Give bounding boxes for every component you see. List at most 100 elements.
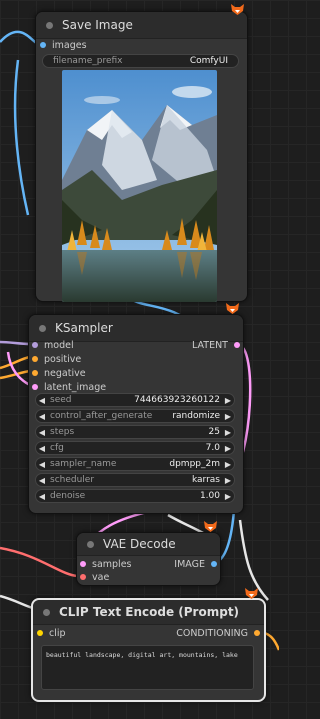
wire-negative — [0, 369, 31, 380]
output-pin-icon[interactable] — [211, 561, 217, 567]
slot-label: latent_image — [44, 381, 107, 393]
input-slot-model[interactable]: model — [32, 338, 74, 352]
collapse-dot-icon[interactable] — [39, 324, 46, 332]
wire-white-2 — [0, 594, 34, 610]
fox-badge-icon — [226, 303, 239, 314]
wire-positive — [0, 355, 31, 370]
node-title-bar[interactable]: CLIP Text Encode (Prompt) — [33, 600, 264, 625]
slot-label: IMAGE — [174, 558, 205, 570]
increment-arrow-icon[interactable]: ▶ — [222, 444, 234, 453]
widget-value: 1.00 — [199, 491, 220, 501]
increment-arrow-icon[interactable]: ▶ — [222, 476, 234, 485]
input-slot-negative[interactable]: negative — [32, 366, 86, 380]
output-pin-icon[interactable] — [254, 630, 260, 636]
sampler-name-widget[interactable]: ◀ sampler_name dpmpp_2m ▶ — [35, 457, 235, 471]
decrement-arrow-icon[interactable]: ◀ — [36, 412, 48, 421]
input-slot-samples[interactable]: samples — [80, 557, 132, 571]
decrement-arrow-icon[interactable]: ◀ — [36, 396, 48, 405]
widget-label: denoise — [50, 491, 86, 501]
slot-label: CONDITIONING — [176, 627, 248, 639]
slot-label: images — [52, 39, 87, 51]
increment-arrow-icon[interactable]: ▶ — [222, 460, 234, 469]
denoise-widget[interactable]: ◀ denoise 1.00 ▶ — [35, 489, 235, 503]
input-pin-icon[interactable] — [37, 630, 43, 636]
vae-decode-node[interactable]: VAE Decode samples IMAGE vae — [76, 532, 221, 586]
input-pin-icon[interactable] — [32, 356, 38, 362]
slot-label: negative — [44, 367, 86, 379]
slot-label: model — [44, 339, 74, 351]
output-slot-image[interactable]: IMAGE — [174, 557, 217, 571]
widget-label: control_after_generate — [50, 411, 153, 421]
node-canvas[interactable]: Save Image images filename_prefix ComfyU… — [0, 0, 279, 719]
input-pin-icon[interactable] — [80, 561, 86, 567]
decrement-arrow-icon[interactable]: ◀ — [36, 492, 48, 501]
node-title: Save Image — [62, 18, 133, 32]
output-pin-icon[interactable] — [234, 342, 240, 348]
slot-label: clip — [49, 627, 66, 639]
cfg-widget[interactable]: ◀ cfg 7.0 ▶ — [35, 441, 235, 455]
input-slot-clip[interactable]: clip — [37, 626, 66, 640]
widget-label: scheduler — [50, 475, 95, 485]
prompt-textarea[interactable]: beautiful landscape, digital art, mounta… — [41, 645, 254, 690]
widget-label: sampler_name — [50, 459, 117, 469]
widget-value: 7.0 — [205, 443, 220, 453]
input-slot-positive[interactable]: positive — [32, 352, 81, 366]
prompt-text: beautiful landscape, digital art, mounta… — [46, 651, 238, 659]
decrement-arrow-icon[interactable]: ◀ — [36, 428, 48, 437]
widget-label: seed — [50, 395, 72, 405]
widget-value: karras — [191, 475, 220, 485]
increment-arrow-icon[interactable]: ▶ — [222, 396, 234, 405]
wire-vae — [0, 546, 79, 578]
widget-value: randomize — [172, 411, 220, 421]
slot-label: positive — [44, 353, 82, 365]
widget-label: filename_prefix — [53, 56, 123, 66]
fox-badge-icon — [245, 588, 258, 599]
wire-latent-in — [6, 351, 31, 387]
control-after-generate-widget[interactable]: ◀ control_after_generate randomize ▶ — [35, 409, 235, 423]
decrement-arrow-icon[interactable]: ◀ — [36, 476, 48, 485]
save-image-node[interactable]: Save Image images filename_prefix ComfyU… — [35, 11, 248, 302]
landscape-image — [62, 70, 217, 302]
input-pin-icon[interactable] — [32, 370, 38, 376]
input-slot-vae[interactable]: vae — [80, 570, 109, 584]
collapse-dot-icon[interactable] — [46, 21, 53, 29]
slot-label: vae — [92, 571, 110, 583]
node-title-bar[interactable]: Save Image — [36, 12, 247, 39]
output-slot-latent[interactable]: LATENT — [192, 338, 240, 352]
fox-badge-icon — [231, 4, 244, 15]
steps-widget[interactable]: ◀ steps 25 ▶ — [35, 425, 235, 439]
input-slot-latent-image[interactable]: latent_image — [32, 380, 106, 394]
wire-image-down-left — [13, 59, 30, 216]
widget-label: steps — [50, 427, 75, 437]
widget-value: ComfyUI — [189, 56, 228, 66]
input-pin-icon[interactable] — [80, 574, 86, 580]
wire-image-left — [0, 30, 39, 46]
seed-widget[interactable]: ◀ seed 744663923260122 ▶ — [35, 393, 235, 407]
increment-arrow-icon[interactable]: ▶ — [222, 428, 234, 437]
input-pin-icon[interactable] — [40, 42, 46, 48]
output-slot-conditioning[interactable]: CONDITIONING — [176, 626, 260, 640]
fox-badge-icon — [204, 521, 217, 532]
node-title-bar[interactable]: VAE Decode — [77, 533, 220, 556]
node-title: VAE Decode — [103, 537, 176, 551]
node-title: KSampler — [55, 321, 113, 335]
collapse-dot-icon[interactable] — [43, 608, 50, 616]
decrement-arrow-icon[interactable]: ◀ — [36, 444, 48, 453]
node-title: CLIP Text Encode (Prompt) — [59, 605, 240, 619]
input-pin-icon[interactable] — [32, 342, 38, 348]
input-pin-icon[interactable] — [32, 384, 38, 390]
scheduler-widget[interactable]: ◀ scheduler karras ▶ — [35, 473, 235, 487]
widget-value: dpmpp_2m — [169, 459, 220, 469]
clip-text-encode-node[interactable]: CLIP Text Encode (Prompt) clip CONDITION… — [31, 598, 266, 702]
decrement-arrow-icon[interactable]: ◀ — [36, 460, 48, 469]
collapse-dot-icon[interactable] — [87, 540, 94, 548]
increment-arrow-icon[interactable]: ▶ — [222, 492, 234, 501]
increment-arrow-icon[interactable]: ▶ — [222, 412, 234, 421]
ksampler-node[interactable]: KSampler model LATENT positive negative … — [28, 314, 244, 514]
widget-value: 25 — [208, 427, 220, 437]
filename-prefix-field[interactable]: filename_prefix ComfyUI — [42, 54, 239, 68]
slot-label: samples — [92, 558, 132, 570]
widget-value: 744663923260122 — [134, 395, 220, 405]
input-slot-images[interactable]: images — [40, 38, 87, 52]
image-preview — [62, 70, 217, 302]
